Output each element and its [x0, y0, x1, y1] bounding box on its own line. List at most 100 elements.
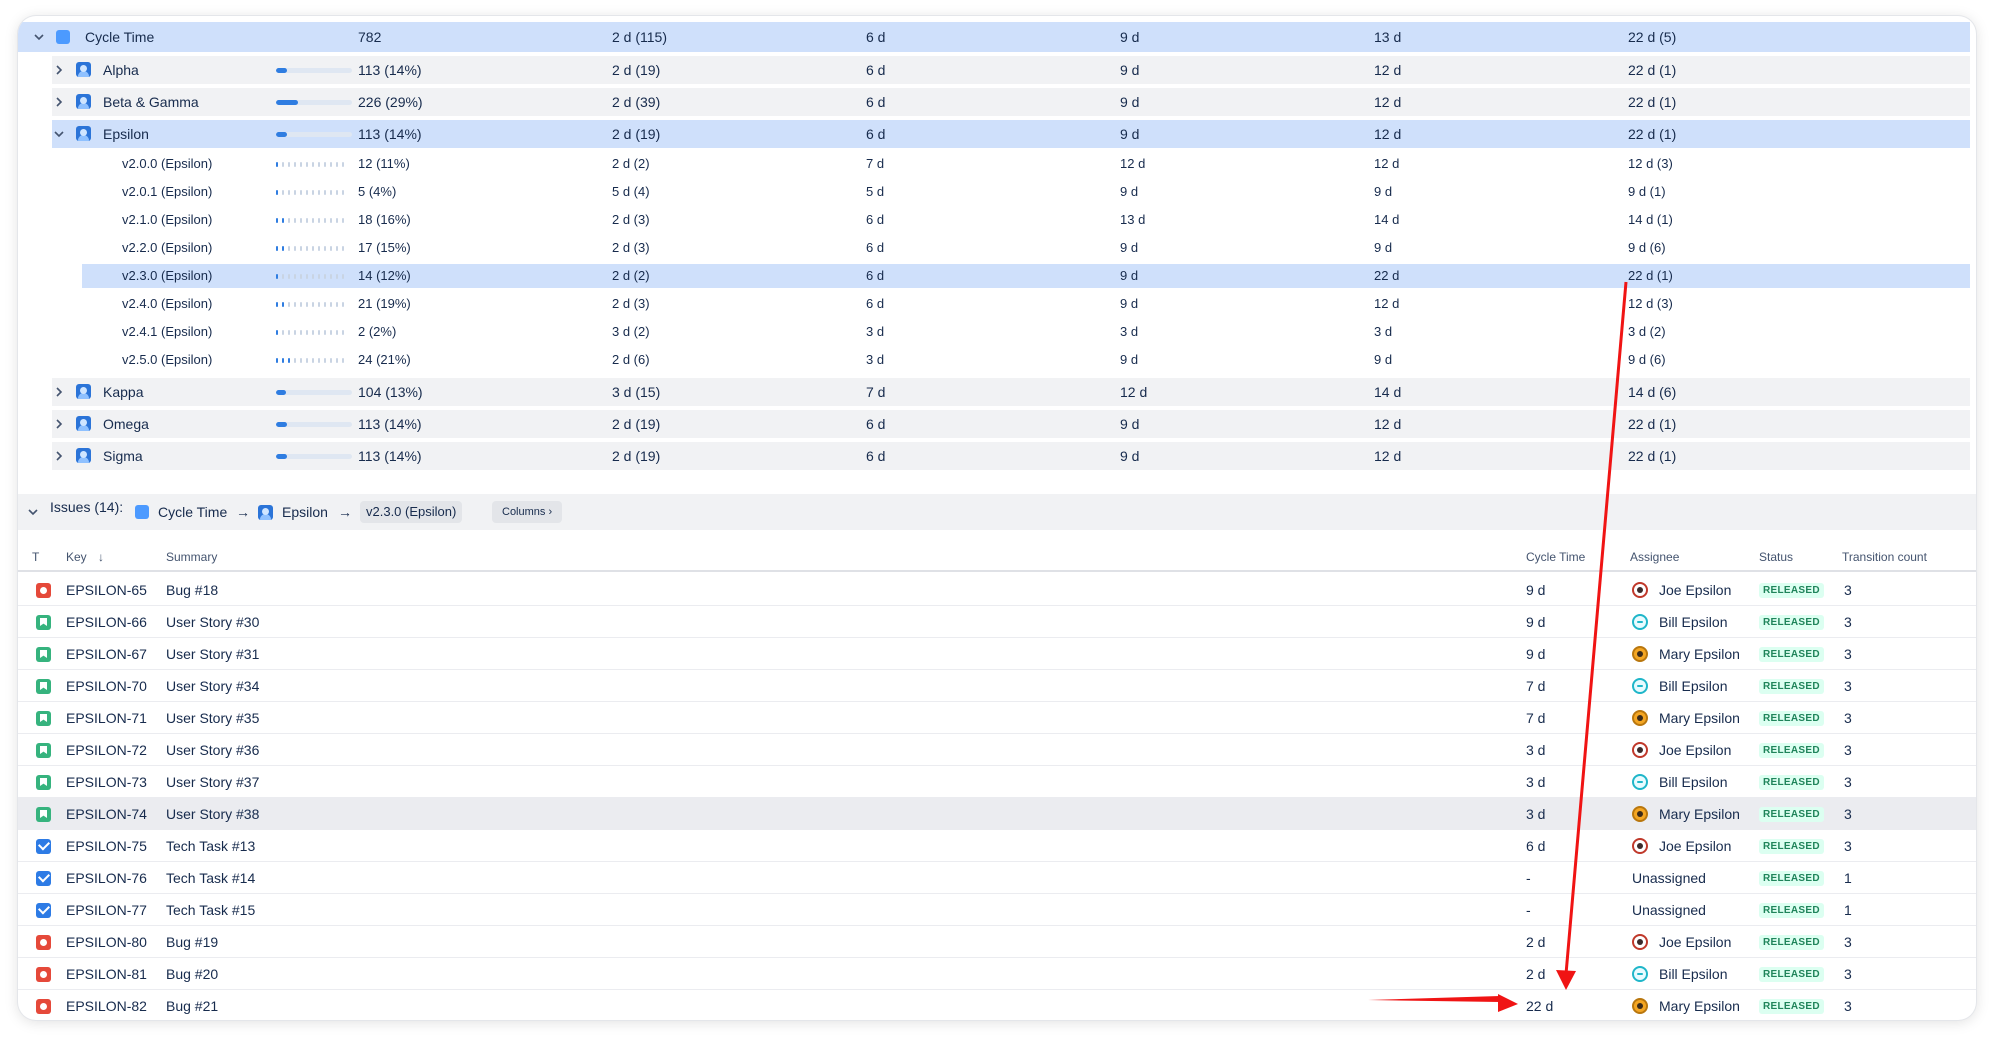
tree-row-version[interactable]: v2.5.0 (Epsilon) 24 (21%) 2 d (6) 3 d 9 d 9 …	[82, 348, 1970, 372]
arrow-right-icon: →	[236, 504, 250, 520]
tree-col2: 7 d	[866, 156, 885, 171]
tree-row-group[interactable]: Beta & Gamma 226 (29%) 2 d (39) 6 d 9 d 12 d…	[52, 88, 1970, 116]
table-row[interactable]: EPSILON-70 User Story #34 7 d Bill Epsil…	[18, 670, 1976, 702]
tree-row-version[interactable]: v2.0.1 (Epsilon) 5 (4%) 5 d (4) 5 d 9 d 9 d 9…	[82, 180, 1970, 204]
table-row[interactable]: EPSILON-72 User Story #36 3 d Joe Epsilo…	[18, 734, 1976, 766]
issue-key[interactable]: EPSILON-82	[66, 990, 147, 1020]
tree-row-group[interactable]: Kappa 104 (13%) 3 d (15) 7 d 12 d 14 d 14 d (…	[52, 378, 1970, 406]
issue-summary[interactable]: Tech Task #13	[166, 830, 255, 862]
columns-button[interactable]: Columns ›	[492, 501, 563, 523]
chevron-right-icon[interactable]	[52, 417, 66, 431]
tree-col3: 3 d	[1120, 324, 1139, 339]
tree-col1: 2 d (6)	[612, 352, 650, 367]
tree-row-version[interactable]: v2.4.1 (Epsilon) 2 (2%) 3 d (2) 3 d 3 d 3 d 3…	[82, 320, 1970, 344]
issue-cycle-time: 6 d	[1526, 838, 1546, 854]
issue-summary[interactable]: User Story #30	[166, 606, 259, 638]
crumb-version[interactable]: v2.3.0 (Epsilon)	[360, 501, 463, 523]
tree-row-version[interactable]: v2.4.0 (Epsilon) 21 (19%) 2 d (3) 6 d 9 d 12…	[82, 292, 1970, 316]
tree-row-version[interactable]: v2.1.0 (Epsilon) 18 (16%) 2 d (3) 6 d 13 d 1…	[82, 208, 1970, 232]
tree-row-group[interactable]: Alpha 113 (14%) 2 d (19) 6 d 9 d 12 d 22 d (1…	[52, 56, 1970, 84]
avatar	[1632, 614, 1648, 630]
issue-summary[interactable]: User Story #38	[166, 798, 259, 830]
tree-col4: 9 d	[1374, 352, 1393, 367]
issue-transition-count: 3	[1844, 710, 1852, 726]
issue-key[interactable]: EPSILON-65	[66, 574, 147, 606]
tree-col4: 13 d	[1374, 29, 1402, 45]
col-summary[interactable]: Summary	[166, 542, 217, 572]
issue-summary[interactable]: Bug #21	[166, 990, 218, 1020]
issue-summary[interactable]: User Story #35	[166, 702, 259, 734]
issue-key[interactable]: EPSILON-71	[66, 702, 147, 734]
issue-key[interactable]: EPSILON-67	[66, 638, 147, 670]
tree-col1: 2 d (39)	[612, 94, 661, 110]
issue-key[interactable]: EPSILON-72	[66, 734, 147, 766]
tree-row-version[interactable]: v2.3.0 (Epsilon) 14 (12%) 2 d (2) 6 d 9 d 22…	[82, 264, 1970, 288]
table-row[interactable]: EPSILON-65 Bug #18 9 d Joe Epsilon RELEA…	[18, 574, 1976, 606]
issue-key[interactable]: EPSILON-81	[66, 958, 147, 990]
crumb-epsilon[interactable]: Epsilon	[282, 494, 328, 530]
col-transition-count[interactable]: Transition count	[1842, 542, 1927, 572]
tree-col3: 12 d	[1120, 384, 1148, 400]
tree-row-version[interactable]: v2.0.0 (Epsilon) 12 (11%) 2 d (2) 7 d 12 d 1…	[82, 152, 1970, 176]
issue-summary[interactable]: User Story #36	[166, 734, 259, 766]
issue-key[interactable]: EPSILON-73	[66, 766, 147, 798]
chevron-down-icon[interactable]	[52, 127, 66, 141]
issue-summary[interactable]: Tech Task #14	[166, 862, 255, 894]
tree-row-version[interactable]: v2.2.0 (Epsilon) 17 (15%) 2 d (3) 6 d 9 d 9 …	[82, 236, 1970, 260]
avatar	[1632, 742, 1648, 758]
issue-key[interactable]: EPSILON-80	[66, 926, 147, 958]
issue-summary[interactable]: Tech Task #15	[166, 894, 255, 926]
table-row[interactable]: EPSILON-67 User Story #31 9 d Mary Epsil…	[18, 638, 1976, 670]
issue-assignee: Bill Epsilon	[1659, 678, 1728, 694]
table-row[interactable]: EPSILON-73 User Story #37 3 d Bill Epsil…	[18, 766, 1976, 798]
table-row[interactable]: EPSILON-80 Bug #19 2 d Joe Epsilon RELEA…	[18, 926, 1976, 958]
sort-arrow-down-icon[interactable]: ↓	[98, 542, 104, 572]
issue-summary[interactable]: Bug #19	[166, 926, 218, 958]
issue-summary[interactable]: User Story #34	[166, 670, 259, 702]
issue-key[interactable]: EPSILON-70	[66, 670, 147, 702]
issue-summary[interactable]: Bug #18	[166, 574, 218, 606]
tree-col5: 3 d (2)	[1628, 324, 1666, 339]
tree-row-root[interactable]: Cycle Time 782 2 d (115) 6 d 9 d 13 d 22…	[18, 22, 1970, 52]
table-row[interactable]: EPSILON-81 Bug #20 2 d Bill Epsilon RELE…	[18, 958, 1976, 990]
table-row[interactable]: EPSILON-71 User Story #35 7 d Mary Epsil…	[18, 702, 1976, 734]
table-row[interactable]: EPSILON-74 User Story #38 3 d Mary Epsil…	[18, 798, 1976, 830]
table-row[interactable]: EPSILON-66 User Story #30 9 d Bill Epsil…	[18, 606, 1976, 638]
col-key[interactable]: Key	[66, 542, 87, 572]
project-icon	[76, 62, 91, 77]
bug-icon	[36, 583, 51, 598]
issue-summary[interactable]: Bug #20	[166, 958, 218, 990]
chevron-right-icon[interactable]	[52, 63, 66, 77]
chevron-right-icon[interactable]	[52, 449, 66, 463]
issue-key[interactable]: EPSILON-74	[66, 798, 147, 830]
chevron-down-icon[interactable]	[32, 30, 46, 44]
tree-row-group[interactable]: Omega 113 (14%) 2 d (19) 6 d 9 d 12 d 22 d (1…	[52, 410, 1970, 438]
tree-row-group[interactable]: Epsilon 113 (14%) 2 d (19) 6 d 9 d 12 d 22 d …	[52, 120, 1970, 148]
table-row[interactable]: EPSILON-76 Tech Task #14 - Unassigned RE…	[18, 862, 1976, 894]
crumb-cycle-time[interactable]: Cycle Time	[158, 494, 227, 530]
issue-summary[interactable]: User Story #37	[166, 766, 259, 798]
issue-key[interactable]: EPSILON-76	[66, 862, 147, 894]
issue-key[interactable]: EPSILON-66	[66, 606, 147, 638]
chevron-down-icon[interactable]	[26, 505, 40, 519]
table-row[interactable]: EPSILON-75 Tech Task #13 6 d Joe Epsilon…	[18, 830, 1976, 862]
story-icon	[36, 615, 51, 630]
issue-key[interactable]: EPSILON-77	[66, 894, 147, 926]
col-assignee[interactable]: Assignee	[1630, 542, 1679, 572]
col-cycle-time[interactable]: Cycle Time	[1526, 542, 1585, 572]
table-row[interactable]: EPSILON-77 Tech Task #15 - Unassigned RE…	[18, 894, 1976, 926]
col-status[interactable]: Status	[1759, 542, 1793, 572]
tree-row-group[interactable]: Sigma 113 (14%) 2 d (19) 6 d 9 d 12 d 22 d (1…	[52, 442, 1970, 470]
col-type[interactable]: T	[32, 542, 39, 572]
issue-summary[interactable]: User Story #31	[166, 638, 259, 670]
issue-key[interactable]: EPSILON-75	[66, 830, 147, 862]
story-icon	[36, 775, 51, 790]
tree-count: 24 (21%)	[358, 352, 411, 367]
tree-label: Cycle Time	[85, 29, 155, 45]
tree-col1: 2 d (3)	[612, 296, 650, 311]
chevron-right-icon[interactable]	[52, 95, 66, 109]
tree-col4: 12 d	[1374, 156, 1400, 171]
bug-icon	[36, 935, 51, 950]
chevron-right-icon[interactable]	[52, 385, 66, 399]
table-row[interactable]: EPSILON-82 Bug #21 22 d Mary Epsilon REL…	[18, 990, 1976, 1020]
